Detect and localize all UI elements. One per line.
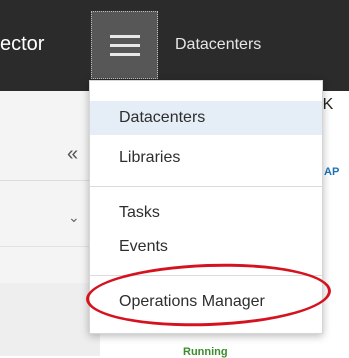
menu-item-tasks[interactable]: Tasks (90, 196, 322, 230)
chevron-down-icon[interactable]: ⌄ (68, 209, 80, 226)
pane-card (0, 283, 100, 356)
pane-divider (0, 180, 100, 181)
menu-item-events[interactable]: Events (90, 230, 322, 264)
pane-divider (0, 246, 100, 247)
menu-item-libraries[interactable]: Libraries (90, 141, 322, 175)
action-link-fragment[interactable]: AP (324, 166, 339, 178)
app-brand-title: ector (0, 33, 45, 55)
collapse-pane-icon[interactable]: « (67, 143, 78, 166)
menu-item-datacenters[interactable]: Datacenters (90, 101, 322, 135)
hamburger-menu-button[interactable] (91, 11, 158, 79)
menu-separator (90, 186, 322, 187)
app-header: ector Datacenters (0, 0, 349, 91)
status-text: Running (183, 346, 228, 358)
current-location-label: Datacenters (175, 36, 262, 53)
